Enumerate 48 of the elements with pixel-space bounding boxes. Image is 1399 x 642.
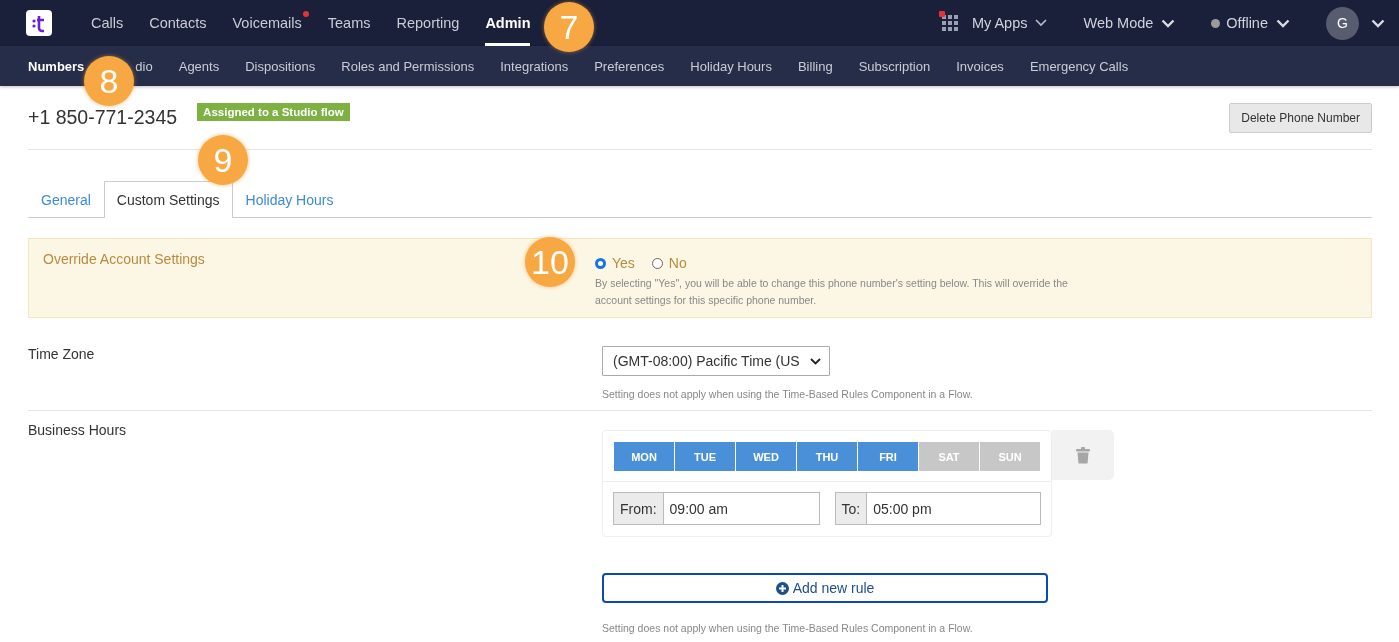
subnav-tab[interactable]: Holiday Hours xyxy=(690,58,772,74)
chevron-down-icon xyxy=(1035,19,1048,27)
to-field[interactable]: To: 05:00 pm xyxy=(834,492,1041,525)
override-label: Override Account Settings xyxy=(43,251,205,267)
phone-number: +1 850-771-2345 xyxy=(28,106,178,129)
chevron-down-icon xyxy=(809,357,821,365)
chevron-down-icon xyxy=(1276,18,1290,28)
time-zone-select[interactable]: (GMT-08:00) Pacific Time (US xyxy=(602,346,830,376)
subnav-tab[interactable]: Emergency Calls xyxy=(1029,58,1129,74)
nav-tab[interactable]: Contacts xyxy=(149,0,207,46)
subnav-tab[interactable]: Numbers xyxy=(28,58,85,74)
plus-circle-icon xyxy=(775,581,789,595)
subnav-tab[interactable]: dio xyxy=(135,58,153,74)
user-avatar[interactable]: G xyxy=(1326,6,1359,40)
add-rule-button[interactable]: Add new rule xyxy=(602,573,1048,603)
nav-tab[interactable]: Teams xyxy=(327,0,371,46)
nav-tab[interactable]: Calls xyxy=(91,0,124,46)
app-logo-icon[interactable] xyxy=(26,10,52,36)
nav-tab[interactable]: Reporting xyxy=(396,0,460,46)
help-text: By selecting "Yes", you will be able to change this phone number's setting below. This will override the account settings for this specific phone number. xyxy=(595,276,1069,308)
help-text: Setting does not apply when using the Time-Based Rules Component in a Flow. xyxy=(602,622,974,634)
subnav-tab[interactable]: Invoices xyxy=(956,58,1004,74)
subnav-tab[interactable]: Preferences xyxy=(594,58,665,74)
subnav-tab[interactable]: Subscription xyxy=(858,58,931,74)
settings-tab[interactable]: Custom Settings xyxy=(103,181,233,218)
chevron-down-icon xyxy=(1161,18,1176,28)
subnav-tab[interactable]: Agents xyxy=(178,58,220,74)
status-tag: Assigned to a Studio flow xyxy=(197,102,350,121)
help-text: Setting does not apply when using the Time-Based Rules Component in a Flow. xyxy=(602,388,973,400)
field-label: Business Hours xyxy=(28,422,128,440)
step-callout: 9 xyxy=(198,135,248,185)
status-dot-icon xyxy=(1211,18,1221,28)
subnav-tab[interactable]: Integrations xyxy=(500,58,569,74)
my-apps-menu[interactable]: My Apps xyxy=(941,15,1048,31)
field-label: Time Zone xyxy=(28,346,96,364)
chevron-down-icon[interactable] xyxy=(1371,18,1385,28)
trash-icon xyxy=(1076,446,1090,464)
settings-tab[interactable]: General xyxy=(28,181,104,217)
subnav-tab[interactable]: Billing xyxy=(797,58,833,74)
delete-button[interactable]: Delete Phone Number xyxy=(1229,102,1372,133)
subnav-tab[interactable]: Roles and Permissions xyxy=(341,58,475,74)
from-field[interactable]: From: 09:00 am xyxy=(613,492,820,525)
status-menu[interactable]: Offline xyxy=(1211,15,1290,31)
nav-tab[interactable]: Voicemails xyxy=(232,0,302,46)
step-callout: 8 xyxy=(84,56,134,106)
mode-menu[interactable]: Web Mode xyxy=(1083,15,1176,31)
subnav-tab[interactable]: Dispositions xyxy=(245,58,316,74)
grid-icon xyxy=(941,15,958,31)
